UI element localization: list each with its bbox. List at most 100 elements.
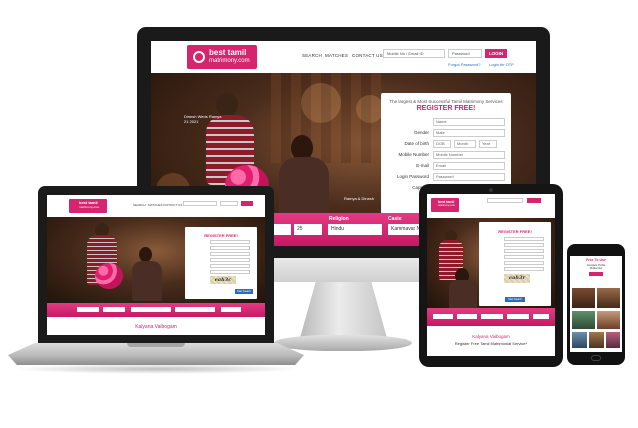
tablet-site-header: best tamil matrimony.com: [427, 194, 555, 218]
form-row-email: E-mail Email: [387, 160, 505, 171]
phone-title: Free To Use: [586, 258, 606, 262]
laptop-register-form: REGISTER FREE! eah3c Start Search: [185, 227, 257, 299]
tablet-search-age-from[interactable]: [433, 314, 453, 319]
phone-sub: 28 Member: [589, 267, 603, 270]
phone-profile-photo[interactable]: [572, 288, 595, 308]
laptop-gender-field[interactable]: [210, 246, 250, 250]
laptop-password-input[interactable]: [220, 201, 238, 206]
tablet-search-bar: [427, 308, 555, 326]
laptop-search-caste[interactable]: [175, 307, 215, 312]
responsive-devices-showcase: best tamil matrimony.com SEARCH MATCHES …: [0, 0, 638, 428]
nav-matches[interactable]: MATCHES: [325, 53, 348, 58]
phone-profile-photo[interactable]: [597, 288, 620, 308]
laptop-logo-line2: matrimony.com: [79, 205, 100, 209]
phone-profile-photo[interactable]: [572, 332, 587, 348]
nav-search[interactable]: SEARCH: [302, 53, 322, 58]
laptop-dob-field[interactable]: [210, 252, 250, 256]
tablet-gender-field[interactable]: [504, 243, 544, 247]
gender-label: Gender: [413, 130, 429, 135]
phone-cta-button[interactable]: [589, 272, 603, 276]
dob-year-select[interactable]: Year: [479, 139, 497, 148]
tablet-logo-line2: matrimony.com: [438, 204, 455, 207]
form-tagline: The largest & Most Successful Tamil Matr…: [389, 99, 503, 104]
password-field[interactable]: Password: [433, 172, 505, 181]
logo-line1: best tamil: [209, 48, 247, 57]
laptop-shadow: [12, 364, 302, 374]
tablet-search-caste[interactable]: [507, 314, 529, 319]
tablet-bride-dress: [449, 280, 477, 308]
search-age-to[interactable]: 25: [294, 224, 322, 235]
laptop-search-age-to[interactable]: [103, 307, 125, 312]
phone-header: Free To Use: [570, 256, 622, 264]
login-id-input[interactable]: Mobile No / Email ID: [383, 49, 445, 58]
tablet-captcha-image: eah3r: [504, 274, 530, 283]
phone-profile-photo[interactable]: [589, 332, 604, 348]
tablet-dob-field[interactable]: [504, 249, 544, 253]
tablet-search-button[interactable]: [533, 314, 549, 319]
phone-profile-photo[interactable]: [597, 311, 620, 329]
tablet-camera-icon: [489, 188, 493, 192]
laptop: best tamil matrimony.com SEARCH MATCHES …: [38, 186, 274, 343]
form-row-mobile: Mobile Number Mobile Number: [387, 149, 505, 160]
login-button[interactable]: LOGIN: [485, 49, 507, 58]
tablet-screen: best tamil matrimony.com REGISTER FREE!: [427, 194, 555, 356]
site-header: best tamil matrimony.com SEARCH MATCHES …: [151, 41, 536, 73]
phone-profile-photo[interactable]: [606, 332, 620, 348]
laptop-search-bar: [47, 303, 265, 317]
brand-logo[interactable]: best tamil matrimony.com: [187, 45, 257, 69]
login-password-input[interactable]: Password: [448, 49, 482, 58]
dob-label: Date of birth: [404, 141, 429, 146]
laptop-password-field[interactable]: [210, 270, 250, 274]
mobile-label: Mobile Number: [398, 152, 429, 157]
tablet-email-field[interactable]: [504, 261, 544, 265]
mobile-field[interactable]: Mobile Number: [433, 150, 505, 159]
tablet-search-age-to[interactable]: [457, 314, 477, 319]
tablet-name-field[interactable]: [504, 237, 544, 241]
monitor-stand-neck: [300, 282, 387, 338]
phone-profile-photo[interactable]: [572, 311, 595, 329]
laptop-notch: [127, 343, 185, 347]
logo-line2: matrimony.com: [209, 58, 250, 64]
logo-mark-icon: [193, 51, 205, 63]
password-label: Login Password: [396, 174, 429, 179]
laptop-nav-search[interactable]: SEARCH: [133, 203, 146, 207]
laptop-name-field[interactable]: [210, 240, 250, 244]
tablet-start-search-button[interactable]: Start Search: [505, 297, 525, 302]
laptop-mobile-field[interactable]: [210, 258, 250, 262]
tablet: best tamil matrimony.com REGISTER FREE!: [419, 184, 563, 367]
laptop-search-button[interactable]: [221, 307, 241, 312]
brick-wall: [271, 73, 381, 163]
tablet-login-button[interactable]: [527, 198, 541, 203]
laptop-search-age-from[interactable]: [77, 307, 99, 312]
laptop-nav-matches[interactable]: MATCHES: [148, 203, 162, 207]
tablet-password-field[interactable]: [504, 267, 544, 271]
search-religion-select[interactable]: Hindu: [328, 224, 382, 235]
name-field[interactable]: Name: [433, 117, 505, 126]
laptop-email-field[interactable]: [210, 264, 250, 268]
search-caste-label: Caste: [388, 216, 402, 222]
dob-day-select[interactable]: DOB: [433, 139, 451, 148]
laptop-login-button[interactable]: [241, 201, 253, 206]
laptop-site-header: best tamil matrimony.com SEARCH MATCHES …: [47, 195, 265, 217]
tablet-search-religion[interactable]: [481, 314, 503, 319]
tablet-logo[interactable]: best tamil matrimony.com: [431, 198, 459, 212]
laptop-start-search-button[interactable]: Start Search: [235, 289, 253, 294]
email-field[interactable]: Email: [433, 161, 505, 170]
phone-home-button[interactable]: [591, 355, 601, 361]
forgot-password-link[interactable]: Forgot Password?: [448, 62, 480, 67]
tablet-login-id-input[interactable]: [487, 198, 523, 203]
email-label: E-mail: [416, 163, 429, 168]
register-free-heading: REGISTER FREE!: [416, 105, 476, 112]
login-otp-link[interactable]: Login thr OTP: [489, 62, 514, 67]
dob-month-select[interactable]: Month: [454, 139, 476, 148]
laptop-screen: best tamil matrimony.com SEARCH MATCHES …: [47, 195, 265, 335]
laptop-login-id-input[interactable]: [183, 201, 217, 206]
laptop-nav-contact[interactable]: CONTACT US: [163, 203, 182, 207]
laptop-logo[interactable]: best tamil matrimony.com: [69, 199, 107, 213]
nav-contact-us[interactable]: CONTACT US: [352, 53, 383, 58]
laptop-search-religion[interactable]: [131, 307, 171, 312]
tablet-mobile-field[interactable]: [504, 255, 544, 259]
tablet-footer-caption: Kalyana Vaibogam: [472, 334, 510, 339]
gender-select[interactable]: Male: [433, 128, 505, 137]
hero-caption-line2: 21 2021: [184, 119, 199, 124]
